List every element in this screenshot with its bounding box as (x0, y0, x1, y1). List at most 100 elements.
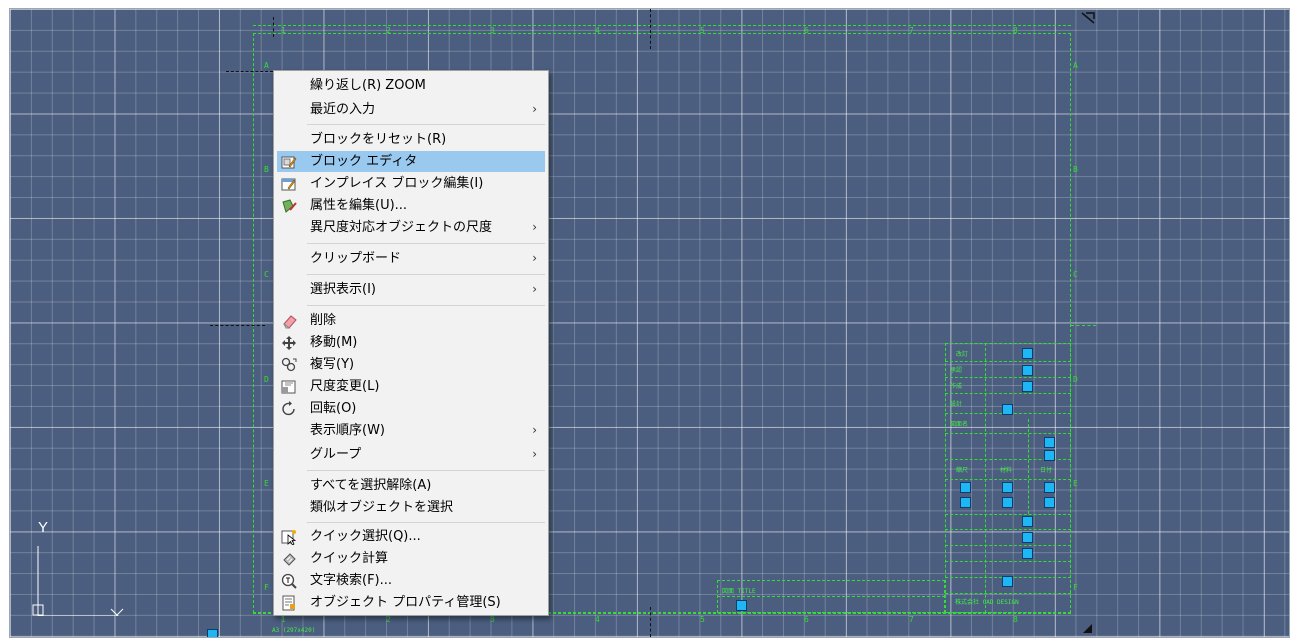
ruler-bottom-1: 1 (281, 615, 286, 624)
move-icon (281, 335, 297, 351)
menu-item-draw-order[interactable]: 表示順序(W) › (277, 420, 545, 441)
ruler-top-7: 7 (909, 26, 914, 35)
menu-item-rotate[interactable]: 回転(O) (277, 398, 545, 419)
menu-item-copy[interactable]: 複写(Y) (277, 354, 545, 375)
grip-handle[interactable] (1002, 482, 1013, 493)
quick-select-icon (281, 529, 297, 546)
menu-item-inplace-edit[interactable]: インプレイス ブロック編集(I) (277, 173, 545, 194)
grip-handle[interactable] (1044, 437, 1055, 448)
quick-calc-icon (281, 551, 297, 567)
title-note-text: 図面 TITLE (722, 588, 756, 595)
title-block-row (945, 593, 1071, 594)
ruler-top-6: 6 (804, 26, 809, 35)
menu-item-edit-attributes[interactable]: 属性を編集(U)... (277, 195, 545, 216)
grip-handle[interactable] (1002, 497, 1013, 508)
ruler-bottom-3: 3 (490, 615, 495, 624)
title-block-row (945, 361, 1071, 362)
ruler-top-5: 5 (700, 26, 705, 35)
ruler-left-A: A (264, 61, 269, 70)
menu-item-scale[interactable]: 尺度変更(L) (277, 376, 545, 397)
grip-handle[interactable] (1044, 450, 1055, 461)
ruler-left-E: E (264, 479, 269, 488)
properties-icon (281, 595, 297, 611)
menu-separator (307, 522, 545, 523)
crop-mark (650, 9, 651, 49)
title-block-row (945, 529, 1071, 530)
grip-handle[interactable] (1044, 482, 1055, 493)
ruler-top-8: 8 (1013, 26, 1018, 35)
menu-item-recent-input[interactable]: 最近の入力 › (277, 99, 545, 120)
ruler-top-1: 1 (281, 26, 286, 35)
submenu-arrow-icon: › (532, 423, 537, 437)
title-block (945, 343, 1071, 613)
menu-item-quick-calc[interactable]: クイック計算 (277, 548, 545, 569)
menu-item-move[interactable]: 移動(M) (277, 332, 545, 353)
title-block-row (945, 377, 1071, 378)
grip-handle[interactable] (1022, 548, 1033, 559)
grip-handle[interactable] (1022, 365, 1033, 376)
menu-separator (307, 274, 545, 275)
submenu-arrow-icon: › (532, 447, 537, 461)
title-block-divider (985, 343, 986, 613)
ruler-bottom-7: 7 (909, 615, 914, 624)
ruler-left-B: B (264, 165, 269, 174)
grip-handle[interactable] (960, 482, 971, 493)
grip-handle[interactable] (1002, 576, 1013, 587)
drawing-canvas[interactable]: 1 2 3 4 5 6 7 8 1 2 3 4 5 6 7 8 A B C D … (9, 8, 1290, 638)
title-block-label: 図面名 (950, 421, 969, 428)
grip-handle[interactable] (207, 629, 218, 637)
scale-icon (281, 379, 297, 395)
inplace-edit-icon (281, 176, 297, 192)
title-block-row (945, 433, 1071, 434)
title-block-label: 設計 (950, 401, 963, 408)
menu-separator (307, 470, 545, 471)
top-ruler-line (253, 25, 1071, 26)
sheet-size-text: A3 (297x420) (272, 627, 316, 634)
menu-separator (307, 124, 545, 125)
submenu-arrow-icon: › (532, 220, 537, 234)
menu-item-annotative-scale[interactable]: 異尺度対応オブジェクトの尺度 › (277, 217, 545, 238)
menu-separator (307, 243, 545, 244)
grip-handle[interactable] (1002, 404, 1013, 415)
ruler-left-F: F (264, 583, 269, 592)
menu-item-isolate[interactable]: 選択表示(I) › (277, 279, 545, 300)
crop-mark (210, 325, 265, 326)
menu-item-deselect-all[interactable]: すべてを選択解除(A) (277, 475, 545, 496)
title-block-row (945, 479, 1071, 480)
menu-item-properties[interactable]: オブジェクト プロパティ管理(S) (277, 592, 545, 613)
crop-mark (650, 607, 651, 637)
menu-item-clipboard[interactable]: クリップボード › (277, 248, 545, 269)
title-block-row (945, 545, 1071, 546)
menu-item-find-text[interactable]: 文字検索(F)... (277, 570, 545, 591)
ruler-right-E: E (1073, 479, 1078, 488)
frame-extension-right (1071, 325, 1096, 326)
ruler-right-B: B (1073, 165, 1078, 174)
menu-item-quick-select[interactable]: クイック選択(Q)... (277, 526, 545, 547)
title-block-label: 承認 (950, 367, 963, 374)
menu-item-group[interactable]: グループ › (277, 444, 545, 465)
title-block-row (945, 393, 1071, 394)
menu-item-erase[interactable]: 削除 (277, 310, 545, 331)
grip-handle[interactable] (1022, 348, 1033, 359)
title-block-label: 日付 (1040, 467, 1053, 474)
eraser-icon (281, 313, 297, 329)
grip-handle[interactable] (1022, 532, 1033, 543)
menu-item-select-similar[interactable]: 類似オブジェクトを選択 (277, 497, 545, 518)
grip-handle[interactable] (960, 497, 971, 508)
grip-handle[interactable] (1022, 516, 1033, 527)
grip-handle[interactable] (1022, 381, 1033, 392)
ruler-bottom-2: 2 (386, 615, 391, 624)
crop-mark (226, 71, 273, 72)
block-editor-icon (281, 154, 297, 170)
context-menu: 繰り返し(R) ZOOM 最近の入力 › ブロックをリセット(R) ブロック エ… (273, 70, 549, 616)
title-note-divider (717, 596, 945, 597)
copy-icon (281, 357, 297, 373)
ruler-bottom-6: 6 (804, 615, 809, 624)
menu-item-reset-block[interactable]: ブロックをリセット(R) (277, 129, 545, 150)
menu-item-block-editor[interactable]: ブロック エディタ (277, 151, 545, 172)
ruler-top-3: 3 (490, 26, 495, 35)
ruler-left-D: D (264, 375, 269, 384)
menu-item-repeat-zoom[interactable]: 繰り返し(R) ZOOM (277, 75, 545, 96)
grip-handle[interactable] (1044, 497, 1055, 508)
title-block-row (945, 514, 1071, 515)
